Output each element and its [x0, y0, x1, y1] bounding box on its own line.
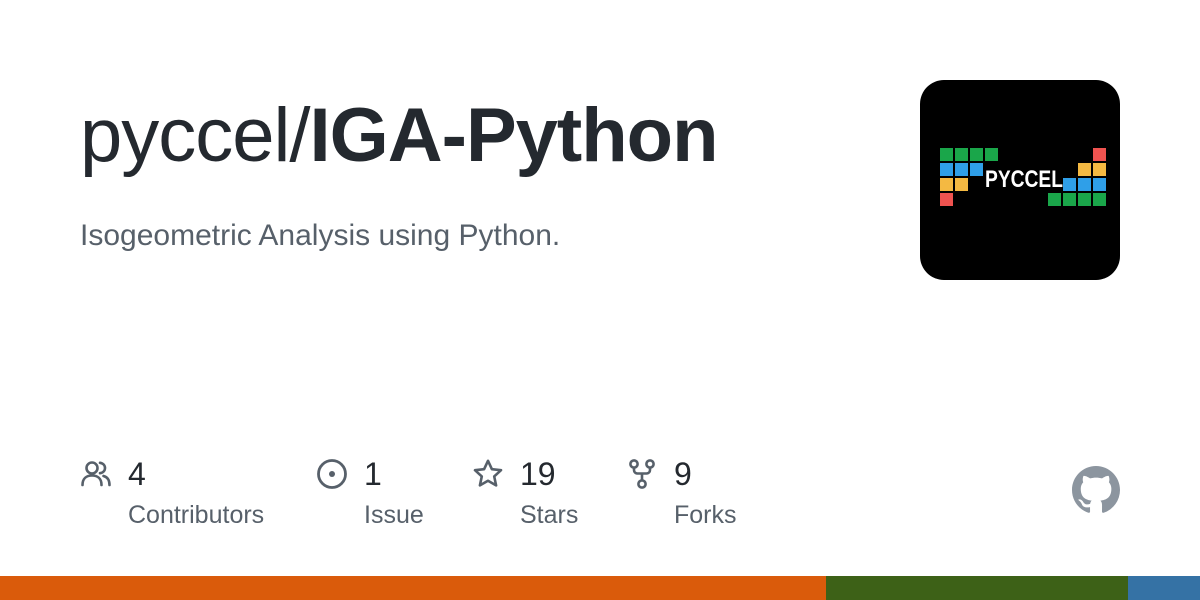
people-icon [81, 461, 111, 487]
forks-label: Forks [674, 501, 737, 529]
forks-count: 9 [674, 456, 692, 492]
contributors-count: 4 [128, 456, 146, 492]
repo-name[interactable]: IGA-Python [310, 93, 719, 178]
github-mark-icon[interactable] [1072, 466, 1120, 514]
repository-social-card: pyccel/IGA-Python Isogeometric Analysis … [0, 0, 1200, 600]
issues-count: 1 [364, 456, 382, 492]
contributors-label: Contributors [128, 501, 265, 529]
issue-opened-icon [317, 459, 347, 489]
logo-text: PYCCEL [985, 166, 1063, 193]
language-bar [0, 576, 1200, 600]
repo-description: Isogeometric Analysis using Python. [80, 219, 561, 252]
repo-title[interactable]: pyccel/IGA-Python [80, 92, 719, 180]
stars-count: 19 [520, 456, 556, 492]
star-icon [473, 459, 503, 487]
language-segment [825, 576, 1128, 600]
language-segment [0, 576, 826, 600]
repo-owner[interactable]: pyccel/ [80, 93, 311, 178]
repo-stats: 4 Contributors 1 Issue 19 Stars 9 Forks [80, 452, 780, 542]
stars-label: Stars [520, 501, 579, 529]
issues-label: Issue [364, 501, 424, 529]
repo-forked-icon [629, 459, 655, 489]
pyccel-logo: PYCCEL [940, 148, 1106, 206]
language-segment [1128, 576, 1200, 600]
owner-avatar[interactable]: PYCCEL [920, 80, 1120, 280]
